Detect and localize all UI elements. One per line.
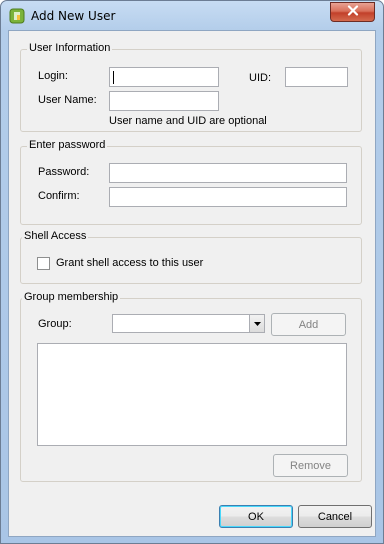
uid-input[interactable] — [285, 67, 348, 87]
optional-hint: User name and UID are optional — [109, 115, 267, 127]
username-input[interactable] — [109, 91, 219, 111]
remove-button[interactable]: Remove — [273, 454, 348, 477]
app-icon — [9, 8, 25, 24]
username-label: User Name: — [38, 94, 97, 106]
dialog-client-area: User Information Login: UID: User Name: … — [8, 30, 376, 537]
shell-access-legend: Shell Access — [22, 230, 89, 242]
enter-password-group: Enter password Password: Confirm: — [20, 139, 362, 225]
remove-button-label: Remove — [290, 459, 331, 472]
group-members-list[interactable] — [37, 343, 347, 446]
add-new-user-dialog: Add New User User Information Login: UID… — [0, 0, 384, 544]
login-input[interactable] — [109, 67, 219, 87]
group-dropdown[interactable] — [112, 314, 265, 333]
cancel-button[interactable]: Cancel — [298, 505, 372, 528]
shell-access-checkbox[interactable] — [37, 257, 50, 270]
confirm-input[interactable] — [109, 187, 347, 207]
add-button[interactable]: Add — [271, 313, 346, 336]
group-membership-group: Group membership Group: Add Remove — [20, 291, 362, 482]
ok-button-label: OK — [248, 510, 264, 523]
shell-access-checkbox-label[interactable]: Grant shell access to this user — [56, 257, 203, 269]
user-information-legend: User Information — [27, 42, 113, 54]
uid-label: UID: — [249, 72, 271, 84]
user-information-group: User Information Login: UID: User Name: … — [20, 42, 362, 132]
group-membership-legend: Group membership — [22, 291, 121, 303]
login-label: Login: — [38, 70, 68, 82]
close-button[interactable] — [330, 2, 375, 22]
chevron-down-icon[interactable] — [249, 315, 264, 332]
password-label: Password: — [38, 166, 90, 178]
close-icon — [347, 5, 359, 19]
window-title: Add New User — [31, 9, 116, 23]
enter-password-legend: Enter password — [27, 139, 108, 151]
title-bar[interactable]: Add New User — [1, 1, 383, 31]
add-button-label: Add — [298, 318, 319, 331]
confirm-label: Confirm: — [38, 190, 80, 202]
ok-button[interactable]: OK — [219, 505, 293, 528]
group-label: Group: — [38, 318, 72, 330]
text-caret — [113, 71, 114, 84]
shell-access-group: Shell Access Grant shell access to this … — [20, 230, 362, 284]
password-input[interactable] — [109, 163, 347, 183]
cancel-button-label: Cancel — [317, 510, 353, 523]
